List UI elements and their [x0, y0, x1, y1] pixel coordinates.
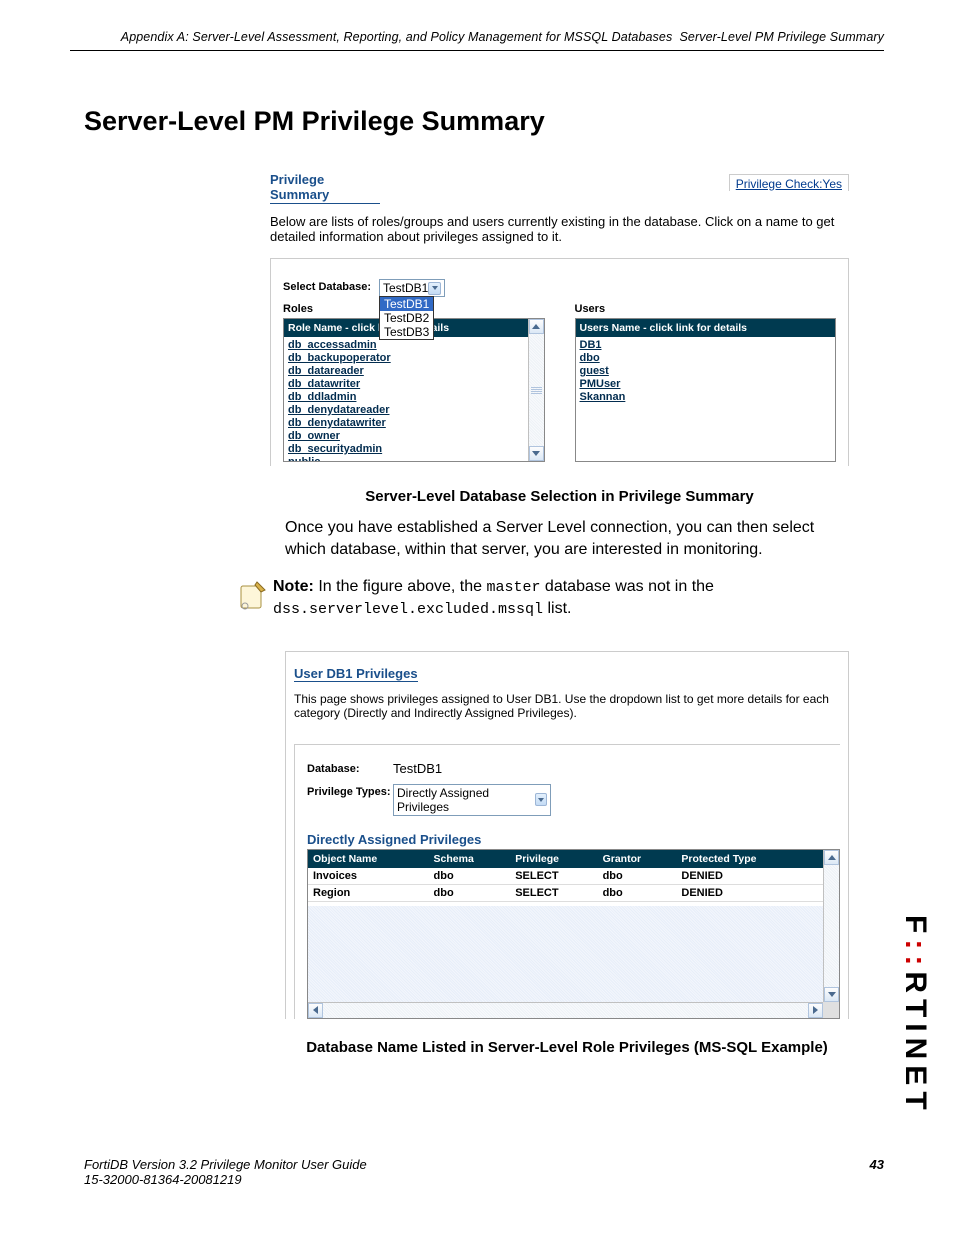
page-number: 43	[870, 1157, 884, 1187]
scroll-down-icon[interactable]	[824, 987, 839, 1002]
user-link[interactable]: guest	[580, 365, 832, 377]
role-link[interactable]: db_securityadmin	[288, 443, 540, 455]
fig2-desc: This page shows privileges assigned to U…	[294, 692, 840, 720]
users-label: Users	[575, 303, 837, 315]
col-header: Object Name	[308, 850, 429, 868]
fig2-subheading: Directly Assigned Privileges	[307, 832, 840, 847]
paragraph-1: Once you have established a Server Level…	[285, 517, 849, 560]
role-link[interactable]: db_backupoperator	[288, 352, 540, 364]
note-block: Note: In the figure above, the master da…	[235, 576, 849, 621]
note-code: master	[486, 579, 540, 596]
privilege-types-value: Directly Assigned Privileges	[397, 786, 535, 814]
db-option[interactable]: TestDB2	[380, 311, 433, 325]
role-link[interactable]: db_datareader	[288, 365, 540, 377]
col-header: Grantor	[598, 850, 677, 868]
footer-line1: FortiDB Version 3.2 Privilege Monitor Us…	[84, 1157, 367, 1172]
table-row: Invoices dbo SELECT dbo DENIED	[308, 868, 839, 885]
note-text: In the figure above, the	[318, 578, 486, 595]
chevron-down-icon	[428, 282, 441, 295]
fortinet-logo: F::RTINET	[912, 900, 932, 1130]
user-link[interactable]: PMUser	[580, 378, 832, 390]
col-header: Schema	[429, 850, 511, 868]
col-header: Privilege	[510, 850, 597, 868]
page-footer: FortiDB Version 3.2 Privilege Monitor Us…	[84, 1157, 884, 1187]
fig2-type-label: Privilege Types:	[307, 784, 393, 816]
user-link[interactable]: dbo	[580, 352, 832, 364]
col-header: Protected Type	[676, 850, 839, 868]
running-header: Appendix A: Server-Level Assessment, Rep…	[70, 30, 884, 51]
role-link[interactable]: db_denydatawriter	[288, 417, 540, 429]
users-list-header: Users Name - click link for details	[576, 319, 836, 337]
note-text: database was not in the	[540, 578, 713, 595]
role-link[interactable]: db_accessadmin	[288, 339, 540, 351]
scroll-up-icon[interactable]	[529, 319, 544, 334]
role-link[interactable]: public	[288, 456, 540, 462]
footer-line2: 15-32000-81364-20081219	[84, 1172, 242, 1187]
db-option[interactable]: TestDB1	[380, 297, 433, 311]
scroll-corner	[823, 1002, 839, 1018]
role-link[interactable]: db_ddladmin	[288, 391, 540, 403]
select-db-label: Select Database:	[283, 279, 379, 293]
note-icon	[235, 576, 273, 621]
fig2-db-value: TestDB1	[393, 761, 442, 776]
select-db-value: TestDB1	[383, 281, 428, 295]
privilege-types-dropdown[interactable]: Directly Assigned Privileges	[393, 784, 551, 816]
users-listbox: Users Name - click link for details DB1 …	[575, 318, 837, 462]
privilege-summary-box: Select Database: TestDB1 TestDB1 TestDB2…	[270, 258, 849, 466]
select-db-dropdown[interactable]: TestDB1	[379, 279, 445, 297]
table-row: Region dbo SELECT dbo DENIED	[308, 884, 839, 901]
empty-hatch-area	[308, 906, 823, 1002]
scroll-up-icon[interactable]	[824, 850, 839, 865]
privileges-table: Object Name Schema Privilege Grantor Pro…	[307, 849, 840, 1019]
h-scrollbar[interactable]	[308, 1002, 839, 1018]
note-label: Note:	[273, 578, 314, 595]
fig2-container: User DB1 Privileges This page shows priv…	[285, 651, 849, 1019]
fig1-heading: Privilege Summary	[270, 172, 380, 204]
page-title: Server-Level PM Privilege Summary	[84, 106, 884, 137]
role-link[interactable]: db_denydatareader	[288, 404, 540, 416]
fig2-caption: Database Name Listed in Server-Level Rol…	[285, 1039, 849, 1056]
scroll-down-icon[interactable]	[529, 446, 544, 461]
role-link[interactable]: db_owner	[288, 430, 540, 442]
privilege-check-link[interactable]: Privilege Check:Yes	[729, 174, 849, 191]
user-link[interactable]: DB1	[580, 339, 832, 351]
header-right: Server-Level PM Privilege Summary	[679, 30, 884, 44]
note-code: dss.serverlevel.excluded.mssql	[273, 601, 543, 618]
v-scrollbar[interactable]	[823, 850, 839, 1002]
fig1-intro: Below are lists of roles/groups and user…	[270, 214, 849, 244]
fig2-db-label: Database:	[307, 761, 393, 776]
scroll-left-icon[interactable]	[308, 1003, 323, 1018]
role-link[interactable]: db_datawriter	[288, 378, 540, 390]
fig1-caption: Server-Level Database Selection in Privi…	[270, 488, 849, 505]
header-left: Appendix A: Server-Level Assessment, Rep…	[121, 30, 673, 44]
select-db-options[interactable]: TestDB1 TestDB2 TestDB3	[379, 296, 434, 340]
scroll-grip-icon[interactable]	[531, 386, 542, 394]
note-text: list.	[543, 600, 571, 617]
scroll-right-icon[interactable]	[808, 1003, 823, 1018]
roles-scrollbar[interactable]	[528, 319, 544, 461]
chevron-down-icon	[535, 793, 547, 806]
db-option[interactable]: TestDB3	[380, 325, 433, 339]
user-link[interactable]: Skannan	[580, 391, 832, 403]
fig2-heading: User DB1 Privileges	[294, 666, 418, 682]
